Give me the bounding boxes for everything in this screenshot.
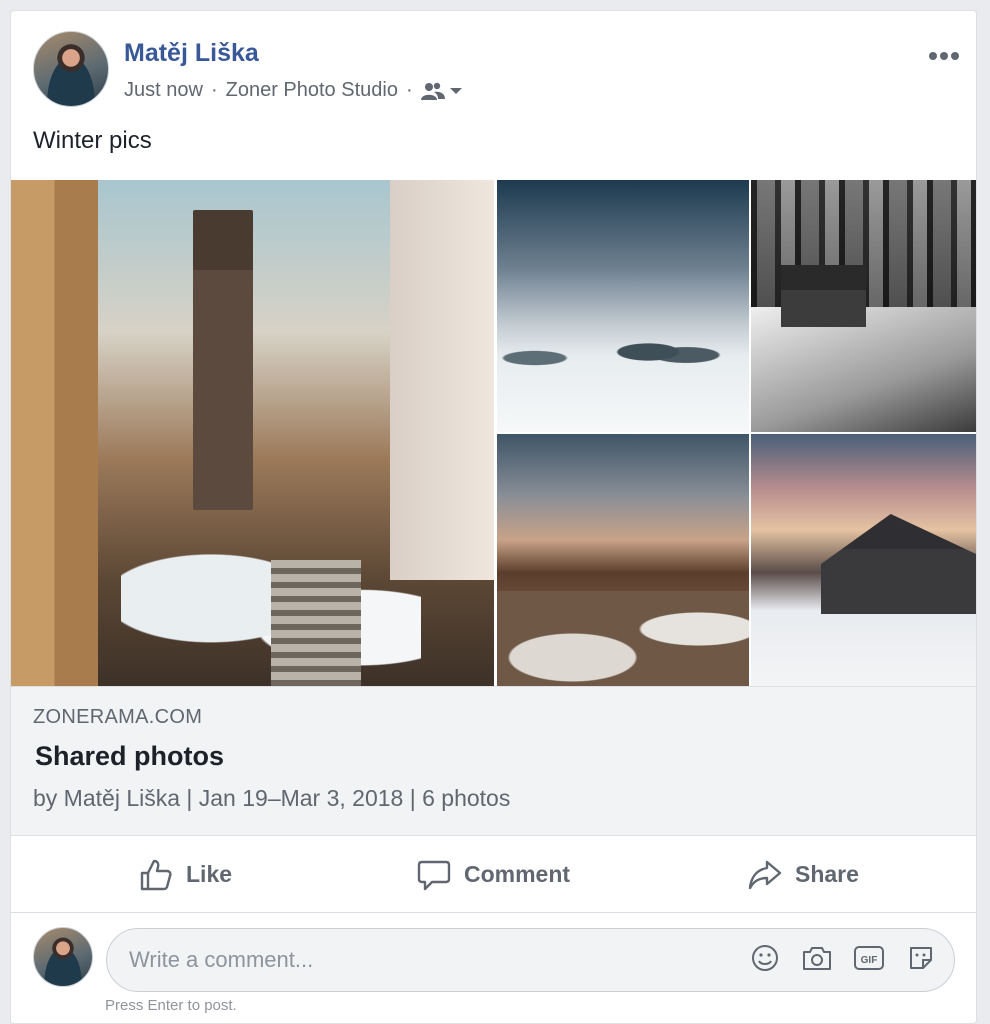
comment-icon	[417, 860, 451, 890]
share-label: Share	[795, 861, 859, 887]
comment-composer: GIF Press Enter to post.	[11, 913, 976, 1023]
post-actions: Like Comment Share	[11, 836, 976, 913]
chevron-down-icon	[449, 87, 462, 94]
photo-forest-hut[interactable]	[751, 180, 976, 432]
comment-button[interactable]: Comment	[416, 836, 570, 913]
photo-cabin-sunset[interactable]	[751, 434, 976, 686]
user-avatar[interactable]	[33, 927, 93, 987]
sticker-icon[interactable]	[904, 941, 938, 975]
photo-detail-ground	[497, 591, 749, 686]
photo-bell-tower[interactable]	[11, 180, 494, 686]
emoji-icon[interactable]	[748, 941, 782, 975]
meta-separator: ·	[210, 79, 218, 101]
friends-icon	[420, 82, 445, 100]
photo-detail-stairs	[271, 560, 361, 686]
like-button[interactable]: Like	[138, 836, 232, 913]
post-header: Matěj Liška Just now · Zoner Photo Studi…	[11, 11, 976, 121]
photo-grid	[11, 180, 976, 686]
more-options-button[interactable]	[928, 37, 960, 68]
comment-label: Comment	[464, 861, 571, 887]
link-description: by Matěj Liška | Jan 19–Mar 3, 2018 | 6 …	[33, 785, 511, 811]
photo-detail-tower	[193, 210, 253, 510]
post-time[interactable]: Just now	[124, 79, 203, 102]
author-avatar[interactable]	[33, 31, 109, 107]
post-text: Winter pics	[33, 127, 152, 154]
photo-detail-trees	[497, 310, 749, 370]
share-button[interactable]: Share	[747, 836, 859, 913]
share-icon	[748, 860, 782, 889]
author-name[interactable]: Matěj Liška	[124, 39, 259, 68]
photo-detail-hut	[781, 265, 866, 327]
meta-separator: ·	[405, 79, 413, 101]
thumbs-up-icon	[140, 859, 172, 890]
photo-detail-wall	[390, 180, 494, 580]
link-domain: ZONERAMA.COM	[33, 706, 203, 728]
more-horizontal-icon	[929, 52, 959, 60]
photo-snowy-hill[interactable]	[497, 180, 749, 432]
comment-hint: Press Enter to post.	[105, 997, 237, 1014]
post-app[interactable]: Zoner Photo Studio	[226, 79, 398, 102]
camera-icon[interactable]	[800, 941, 834, 975]
audience-selector[interactable]	[420, 81, 463, 101]
post-meta: Just now · Zoner Photo Studio ·	[124, 79, 463, 102]
post-card: Matěj Liška Just now · Zoner Photo Studi…	[10, 10, 977, 1024]
photo-sunset-field[interactable]	[497, 434, 749, 686]
photo-detail-house	[821, 514, 976, 614]
gif-icon[interactable]: GIF	[852, 941, 886, 975]
like-label: Like	[186, 861, 233, 887]
svg-text:GIF: GIF	[861, 955, 878, 966]
link-title: Shared photos	[35, 741, 225, 771]
link-preview[interactable]: ZONERAMA.COM Shared photos by Matěj Lišk…	[11, 686, 976, 836]
comment-tools: GIF	[748, 941, 938, 975]
